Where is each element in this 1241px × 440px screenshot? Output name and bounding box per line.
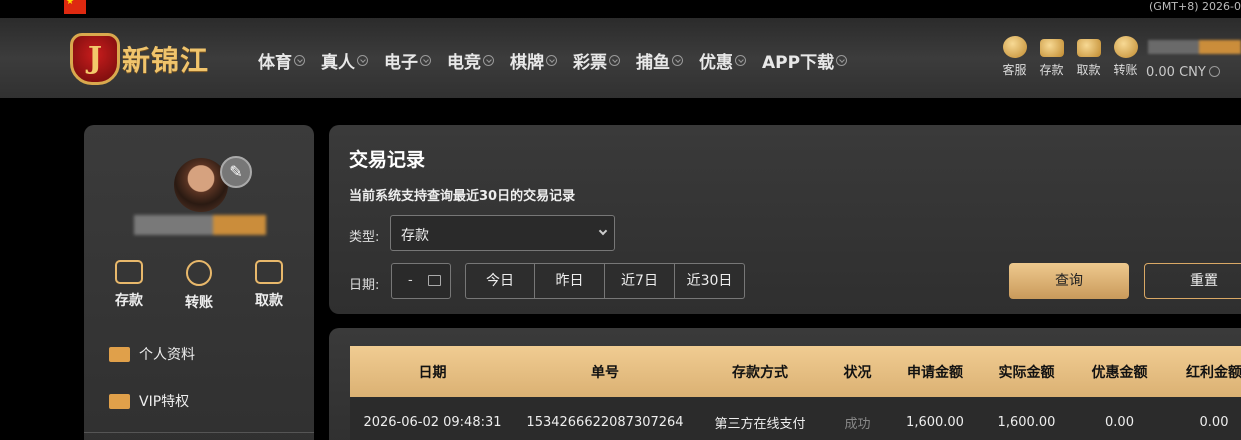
transaction-table: 日期 单号 存款方式 状况 申请金额 实际金额 优惠金额 红利金额 2026-0… [329,328,1241,440]
transfer-icon [186,260,212,286]
type-select[interactable]: 存款 [390,215,615,251]
customer-service-icon [1002,36,1027,58]
page-subtitle: 当前系统支持查询最近30日的交易记录 [349,189,576,204]
china-flag-icon[interactable] [64,0,86,14]
cell-discount: 0.00 [1105,414,1134,430]
header-actions: 客服 存款 取款 转账 [996,36,1144,78]
chevron-down-icon [672,55,683,66]
col-order-no: 单号 [591,364,619,381]
chevron-down-icon [420,55,431,66]
col-requested: 申请金额 [907,364,963,381]
nav-sports[interactable]: 体育 [258,48,305,73]
yesterday-button[interactable]: 昨日 [535,263,605,299]
nav-esports[interactable]: 电竞 [447,48,494,73]
wallet-icon [1039,39,1064,57]
chevron-down-icon [836,55,848,66]
table-header: 日期 单号 存款方式 状况 申请金额 实际金额 优惠金额 红利金额 [350,346,1241,397]
nav-cards[interactable]: 棋牌 [510,48,557,73]
nav-app-download[interactable]: APP下载 [762,48,848,73]
date-range-input[interactable]: - [391,263,451,299]
nav-lottery[interactable]: 彩票 [573,48,620,73]
today-button[interactable]: 今日 [465,263,535,299]
col-discount: 优惠金额 [1091,364,1148,381]
chevron-down-icon [735,55,746,66]
query-button[interactable]: 查询 [1009,263,1129,299]
quick-date-buttons: 今日 昨日 近7日 近30日 [465,263,745,299]
vip-icon [109,393,130,409]
transaction-filter-panel: 交易记录 当前系统支持查询最近30日的交易记录 类型: 存款 日期: - 今日 … [329,125,1241,314]
table-row[interactable]: 2026-06-02 09:48:31 1534266622087307264 … [350,397,1241,440]
sidebar-item-vip[interactable]: VIP特权 [109,391,189,411]
nav-slots[interactable]: 电子 [384,48,431,73]
chevron-down-icon [1208,66,1220,77]
header-deposit-button[interactable]: 存款 [1033,36,1070,78]
sidebar-withdraw-button[interactable]: 取款 [239,260,299,312]
customer-service-button[interactable]: 客服 [996,36,1033,78]
chevron-down-icon [546,55,557,66]
col-bonus: 红利金额 [1186,364,1241,381]
cell-method: 第三方在线支付 [714,416,806,432]
nav-promotions[interactable]: 优惠 [699,48,746,73]
col-actual: 实际金额 [998,364,1055,381]
timezone-clock: (GMT+8) 2026-0 [1149,0,1241,13]
balance-display[interactable]: 0.00 CNY [1146,65,1220,80]
cell-actual: 1,600.00 [997,414,1056,430]
username-redacted[interactable] [1148,40,1241,54]
logo-badge-icon: J [70,33,120,85]
cell-date: 2026-06-02 09:48:31 [363,414,502,430]
id-card-icon [109,346,130,362]
chevron-down-icon [357,55,368,66]
main-nav: 体育 真人 电子 电竞 棋牌 彩票 捕鱼 优惠 APP下载 [258,48,863,73]
cell-requested: 1,600.00 [906,414,964,430]
page-title: 交易记录 [349,149,426,171]
edit-icon[interactable]: ✎ [220,156,252,188]
sidebar-item-profile[interactable]: 个人资料 [109,344,195,364]
calendar-icon [428,275,441,286]
chevron-down-icon [609,55,620,66]
col-status: 状况 [843,364,872,381]
last-30-days-button[interactable]: 近30日 [675,263,745,299]
chevron-down-icon [483,55,494,66]
col-method: 存款方式 [732,364,788,381]
wallet-icon [115,260,143,284]
last-7-days-button[interactable]: 近7日 [605,263,675,299]
user-name-redacted [134,215,266,235]
header-withdraw-button[interactable]: 取款 [1070,36,1107,78]
sidebar-transfer-button[interactable]: 转账 [169,260,229,312]
status-badge: 成功 [844,416,871,432]
type-label: 类型: [349,230,380,245]
sidebar-deposit-button[interactable]: 存款 [99,260,159,312]
date-label: 日期: [349,278,380,293]
briefcase-icon [1076,39,1101,57]
nav-live[interactable]: 真人 [321,48,368,73]
transfer-icon [1113,36,1138,58]
sidebar-quick-actions: 存款 转账 取款 [84,260,314,312]
chevron-down-icon [294,55,305,66]
cell-bonus: 0.00 [1199,414,1229,430]
cell-order-no: 1534266622087307264 [526,414,684,430]
divider [84,432,314,433]
logo-text: 新锦江 [122,44,210,77]
site-header: J 新锦江 体育 真人 电子 电竞 棋牌 彩票 捕鱼 优惠 APP下载 客服 存… [0,18,1241,98]
nav-fishing[interactable]: 捕鱼 [636,48,683,73]
top-bar: (GMT+8) 2026-0 [0,0,1241,18]
header-transfer-button[interactable]: 转账 [1107,36,1144,78]
card-icon [255,260,283,284]
col-date: 日期 [418,364,447,381]
site-logo[interactable]: J 新锦江 [70,27,230,89]
account-sidebar: ✎ 存款 转账 取款 个人资料 VIP特权 [84,125,314,440]
reset-button[interactable]: 重置 [1144,263,1241,299]
chevron-down-icon [598,226,608,236]
